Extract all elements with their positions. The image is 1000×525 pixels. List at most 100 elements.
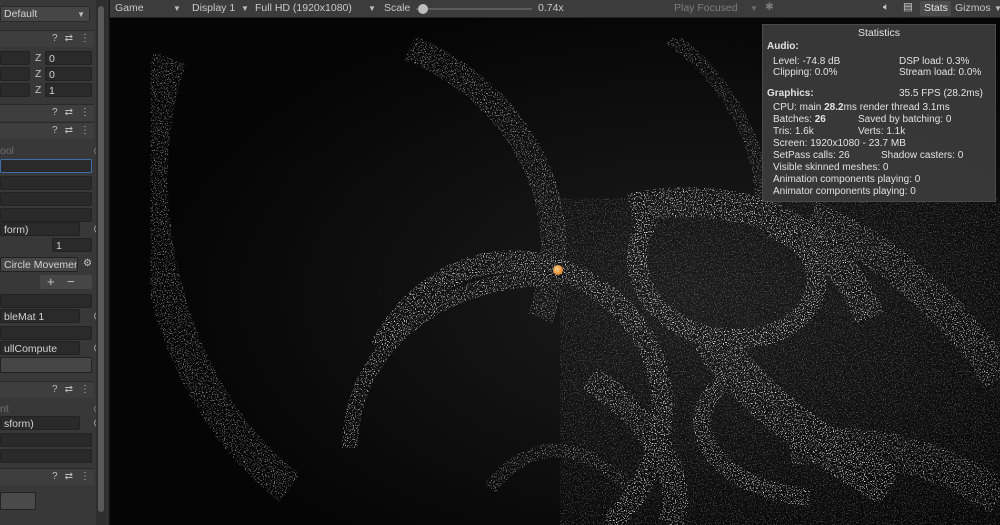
particle-haze <box>560 198 1000 525</box>
stats-label: Stats <box>924 2 948 14</box>
audio-header: Audio: <box>767 41 799 52</box>
count-field[interactable]: 1 <box>52 238 92 252</box>
game-view-label: Game <box>115 2 144 14</box>
transform-ref-value-2: sform) <box>4 418 34 430</box>
stats-title: Statistics <box>857 27 900 39</box>
component-header-1[interactable]: ? ⇄ ⋮ <box>0 104 94 121</box>
help-icon[interactable]: ? <box>52 125 58 136</box>
layer-dropdown-label: Default <box>4 8 38 20</box>
list-buttons: + − <box>40 274 92 289</box>
preset-icon[interactable]: ⇄ <box>65 471 73 482</box>
position-z-field[interactable]: 0 <box>45 51 92 65</box>
display-label: Display 1 <box>192 2 236 14</box>
help-icon[interactable]: ? <box>52 384 58 395</box>
transform-ref-field[interactable]: form) <box>0 222 80 236</box>
chevron-down-icon: ▼ <box>241 4 249 13</box>
script-field-label-2: nt <box>0 403 9 415</box>
scale-slider-thumb[interactable] <box>418 4 429 14</box>
saved-by-batching: Saved by batching: 0 <box>858 114 952 125</box>
transform-ref-field-2[interactable]: sform) <box>0 416 80 430</box>
dsp-load: DSP load: 0.3% <box>899 56 970 67</box>
script-dropdown-label: Circle Movemen <box>4 259 78 271</box>
remove-button[interactable]: − <box>67 274 75 289</box>
compute-shader-field[interactable]: ullCompute <box>0 341 80 355</box>
chevron-down-icon: ▼ <box>994 4 1000 13</box>
transform-header[interactable]: ? ⇄ ⋮ <box>0 30 94 47</box>
menu-icon[interactable]: ⋮ <box>80 107 90 118</box>
layer-dropdown[interactable]: Default ▼ <box>0 6 90 22</box>
component-header-3[interactable]: ? ⇄ ⋮ <box>0 381 94 398</box>
position-z-label: Z <box>35 52 42 64</box>
menu-icon[interactable]: ⋮ <box>80 384 90 395</box>
settings-icon[interactable]: ⚙ <box>83 258 92 269</box>
stream-load: Stream load: 0.0% <box>899 67 982 78</box>
menu-icon[interactable]: ⋮ <box>80 471 90 482</box>
help-icon[interactable]: ? <box>52 471 58 482</box>
rotation-z-field[interactable]: 0 <box>45 67 92 81</box>
count-value: 1 <box>56 240 62 252</box>
selected-field[interactable] <box>0 159 92 173</box>
screen-readout: Screen: 1920x1080 - 23.7 MB <box>773 138 906 149</box>
cpu-main-value: 28.2 <box>824 102 844 113</box>
field-row-d[interactable] <box>0 294 92 308</box>
scale-z-label: Z <box>35 84 42 96</box>
speaker-icon[interactable]: 🔈︎ <box>883 1 889 14</box>
layout-icon[interactable]: ▤ <box>903 1 913 13</box>
add-component-button[interactable] <box>0 492 36 510</box>
field-row-g[interactable] <box>0 449 92 463</box>
cpu-readout: CPU: main 28.2ms render thread 3.1ms <box>773 102 950 113</box>
stats-toggle[interactable]: Stats <box>920 1 951 16</box>
menu-icon[interactable]: ⋮ <box>80 33 90 44</box>
scale-z-value: 1 <box>49 85 55 97</box>
graphics-header: Graphics: <box>767 88 814 99</box>
display-dropdown[interactable]: Display 1 <box>192 2 235 14</box>
setpass-readout: SetPass calls: 26 <box>773 150 850 161</box>
animator-components-readout: Animator components playing: 0 <box>773 186 916 197</box>
chevron-down-icon: ▼ <box>368 4 376 13</box>
statistics-panel: Statistics Audio: Level: -74.8 dB Clippi… <box>762 24 996 202</box>
batches-readout: Batches: 26 <box>773 114 826 125</box>
play-mode-dropdown[interactable]: Play Focused <box>674 2 738 14</box>
chevron-down-icon: ▼ <box>77 10 85 19</box>
menu-icon[interactable]: ⋮ <box>80 125 90 136</box>
preset-icon[interactable]: ⇄ <box>65 125 73 136</box>
component-header-4[interactable]: ? ⇄ ⋮ <box>0 468 94 485</box>
inspector-scrollbar-thumb[interactable] <box>98 6 104 512</box>
field-row-a[interactable] <box>0 176 92 190</box>
component-header-2[interactable]: ? ⇄ ⋮ <box>0 122 94 139</box>
scale-z-field[interactable]: 1 <box>45 83 92 97</box>
field-row-b[interactable] <box>0 192 92 206</box>
rotation-y-field[interactable] <box>0 67 30 81</box>
resolution-dropdown[interactable]: Full HD (1920x1080) <box>255 2 352 14</box>
field-row-e[interactable] <box>0 326 92 340</box>
gizmos-toggle[interactable]: Gizmos <box>955 2 991 14</box>
chevron-down-icon: ▼ <box>173 4 181 13</box>
preset-icon[interactable]: ⇄ <box>65 384 73 395</box>
help-icon[interactable]: ? <box>52 33 58 44</box>
bug-icon[interactable]: ✱ <box>765 1 774 13</box>
audio-level: Level: -74.8 dB <box>773 56 841 67</box>
material-field[interactable]: bleMat 1 <box>0 309 80 323</box>
orb-marker <box>553 265 563 275</box>
animation-components-readout: Animation components playing: 0 <box>773 174 921 185</box>
game-view-dropdown[interactable]: Game <box>115 2 144 14</box>
script-dropdown[interactable]: Circle Movemen <box>0 257 78 272</box>
wide-button[interactable] <box>0 357 92 373</box>
rotation-z-label: Z <box>35 68 42 80</box>
preset-icon[interactable]: ⇄ <box>65 33 73 44</box>
help-icon[interactable]: ? <box>52 107 58 118</box>
tris-readout: Tris: 1.6k <box>773 126 814 137</box>
scale-slider[interactable] <box>416 4 532 14</box>
scale-y-field[interactable] <box>0 83 30 97</box>
add-button[interactable]: + <box>47 274 55 289</box>
audio-clipping: Clipping: 0.0% <box>773 67 838 78</box>
field-row-c[interactable] <box>0 208 92 222</box>
verts-readout: Verts: 1.1k <box>858 126 906 137</box>
field-row-f[interactable] <box>0 433 92 447</box>
inspector-panel: Default ▼ ? ⇄ ⋮ Z 0 Z 0 Z 1 ? ⇄ ⋮ ? ⇄ ⋮ ool fo… <box>0 0 109 525</box>
batches-label: Batches: <box>773 114 815 125</box>
visible-skinned-readout: Visible skinned meshes: 0 <box>773 162 889 173</box>
position-y-field[interactable] <box>0 51 30 65</box>
preset-icon[interactable]: ⇄ <box>65 107 73 118</box>
fps-readout: 35.5 FPS (28.2ms) <box>899 88 983 99</box>
